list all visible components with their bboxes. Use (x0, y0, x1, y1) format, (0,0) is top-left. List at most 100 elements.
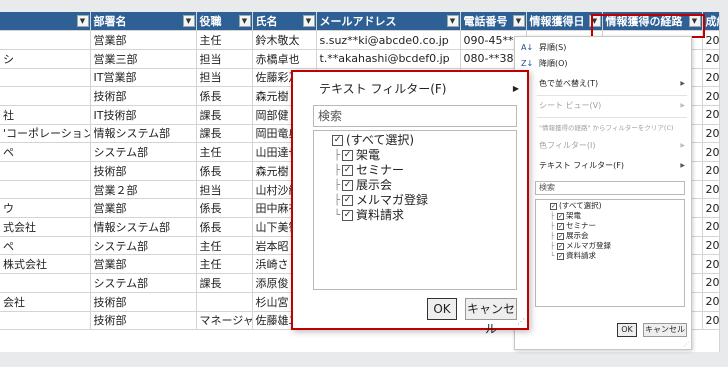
table-cell[interactable]: 係長 (196, 161, 253, 181)
table-cell[interactable]: 会社 (0, 292, 91, 312)
table-cell[interactable]: 20 (702, 105, 719, 125)
table-cell[interactable]: 'コーポレーション (0, 124, 91, 144)
filter-dropdown-icon[interactable]: ▼ (446, 15, 459, 27)
menu-item-sort-color[interactable]: 色で並べ替え(T) ▶ (515, 77, 691, 91)
filter-values-list[interactable]: ✓ (すべて選択) ├ ✓ 架電 ├ ✓ セミナー ├ ✓ 展示会 ├ ✓ メルマガ登録 └ ✓ 資料請求 (313, 130, 517, 290)
checkbox-checked-icon[interactable]: ✓ (342, 195, 353, 206)
table-cell[interactable]: 営業部 (90, 30, 197, 50)
checkbox-checked-icon[interactable]: ✓ (550, 202, 557, 210)
table-cell[interactable]: 技術部 (90, 311, 197, 331)
filter-values-list-small[interactable]: ✓ (すべて選択) ├ ✓ 架電 ├ ✓ セミナー ├ ✓ 展示会 ├ ✓ メルマガ登録 └ ✓ 資料請求 (535, 199, 685, 307)
table-cell[interactable]: 鈴木敬太 (252, 30, 317, 50)
menu-item-text-filter[interactable]: テキスト フィルター(F) ▶ (515, 159, 691, 173)
table-cell[interactable]: マネージャー (196, 311, 253, 331)
table-cell[interactable]: 主任 (196, 30, 253, 50)
table-cell[interactable]: 情報システム部 (90, 217, 197, 237)
filter-dropdown-icon[interactable]: ▼ (76, 15, 89, 27)
table-cell[interactable]: ペ (0, 142, 91, 162)
table-cell[interactable] (0, 273, 91, 293)
checkbox-checked-icon[interactable]: ✓ (332, 135, 343, 146)
table-cell[interactable]: 20 (702, 217, 719, 237)
table-cell[interactable]: シ (0, 49, 91, 69)
table-cell[interactable]: 係長 (196, 198, 253, 219)
checkbox-checked-icon[interactable]: ✓ (342, 210, 353, 221)
col-header-company[interactable]: ▼ (0, 12, 91, 32)
filter-item-small-value[interactable]: ├ ✓ 架電 (536, 211, 684, 221)
table-cell[interactable]: 担当 (196, 68, 253, 88)
table-cell[interactable]: システム部 (90, 236, 197, 256)
table-cell[interactable]: 営業部 (90, 198, 197, 219)
table-cell[interactable]: 20 (702, 68, 719, 88)
filter-item-value[interactable]: ├ ✓ 展示会 (314, 178, 516, 193)
cancel-button-small[interactable]: キャンセル (643, 323, 687, 337)
resize-grip-icon[interactable]: ⋰ (683, 341, 689, 348)
col-header-contract[interactable]: 成約 (702, 12, 719, 32)
table-cell[interactable]: IT営業部 (90, 68, 197, 88)
table-cell[interactable]: t.**akahashi@bcdef0.jp (316, 49, 461, 69)
table-cell[interactable]: 係長 (196, 86, 253, 106)
table-cell[interactable]: 主任 (196, 142, 253, 162)
filter-item-value[interactable]: ├ ✓ 架電 (314, 148, 516, 163)
menu-item-sort-desc[interactable]: Z↓ 降順(O) (515, 57, 691, 71)
table-cell[interactable]: 赤橋卓也 (252, 49, 317, 69)
table-cell[interactable]: 担当 (196, 49, 253, 69)
table-cell[interactable]: 20 (702, 142, 719, 162)
table-cell[interactable]: 式会社 (0, 217, 91, 237)
table-cell[interactable]: システム部 (90, 273, 197, 293)
table-cell[interactable]: ペ (0, 236, 91, 256)
table-cell[interactable] (0, 68, 91, 88)
filter-item-small-value[interactable]: ├ ✓ 展示会 (536, 231, 684, 241)
filter-item-value[interactable]: └ ✓ 資料請求 (314, 208, 516, 223)
col-header-position[interactable]: 役職 ▼ (196, 12, 253, 32)
filter-item-small-value[interactable]: └ ✓ 資料請求 (536, 251, 684, 261)
filter-item-value[interactable]: ├ ✓ セミナー (314, 163, 516, 178)
checkbox-checked-icon[interactable]: ✓ (342, 165, 353, 176)
ok-button[interactable]: OK (427, 298, 457, 320)
filter-search-input-small[interactable]: 検索 (535, 181, 685, 195)
table-cell[interactable]: 20 (702, 86, 719, 106)
table-cell[interactable]: 主任 (196, 254, 253, 275)
menu-item-sort-asc[interactable]: A↓ 昇順(S) (515, 41, 691, 55)
col-header-acquired-date[interactable]: 情報獲得日 ▼ (526, 12, 603, 32)
table-cell[interactable]: 営業２部 (90, 180, 197, 200)
checkbox-checked-icon[interactable]: ✓ (557, 222, 564, 230)
col-header-name[interactable]: 氏名 ▼ (252, 12, 317, 32)
filter-search-input[interactable]: 検索 (313, 105, 517, 127)
table-cell[interactable]: 課長 (196, 124, 253, 144)
table-cell[interactable]: 営業三部 (90, 49, 197, 69)
checkbox-checked-icon[interactable]: ✓ (557, 232, 564, 240)
table-cell[interactable]: 20 (702, 180, 719, 200)
table-cell[interactable]: IT技術部 (90, 105, 197, 125)
table-cell[interactable]: 201 (702, 30, 719, 50)
filter-dropdown-icon[interactable]: ▼ (238, 15, 251, 27)
table-cell[interactable] (0, 180, 91, 200)
table-cell[interactable]: 技術部 (90, 292, 197, 312)
menu-item-text-filter[interactable]: テキスト フィルター(F) ▶ (299, 78, 521, 100)
table-cell[interactable]: 20 (702, 161, 719, 181)
table-cell[interactable]: 202 (702, 198, 719, 219)
filter-item-small-value[interactable]: ├ ✓ メルマガ登録 (536, 241, 684, 251)
filter-item-value[interactable]: ├ ✓ メルマガ登録 (314, 193, 516, 208)
table-cell[interactable]: 営業部 (90, 254, 197, 275)
table-cell[interactable] (0, 86, 91, 106)
table-cell[interactable]: 情報システム部 (90, 124, 197, 144)
col-header-department[interactable]: 部署名 ▼ (90, 12, 197, 32)
table-cell[interactable]: s.suz**ki@abcde0.co.jp (316, 30, 461, 50)
filter-item-select-all[interactable]: ✓ (すべて選択) (314, 133, 516, 148)
table-cell[interactable]: 主任 (196, 236, 253, 256)
filter-dropdown-icon[interactable]: ▼ (588, 15, 601, 27)
checkbox-checked-icon[interactable]: ✓ (557, 212, 564, 220)
table-cell[interactable] (0, 311, 91, 331)
ok-button-small[interactable]: OK (617, 323, 637, 337)
table-cell[interactable]: システム部 (90, 142, 197, 162)
table-cell[interactable]: 20 (702, 292, 719, 312)
checkbox-checked-icon[interactable]: ✓ (557, 252, 564, 260)
col-header-phone[interactable]: 電話番号 ▼ (460, 12, 527, 32)
table-cell[interactable]: 技術部 (90, 86, 197, 106)
table-cell[interactable] (0, 30, 91, 50)
table-cell[interactable]: 202 (702, 254, 719, 275)
table-cell[interactable] (0, 161, 91, 181)
resize-grip-icon[interactable]: ⋰ (517, 317, 525, 326)
filter-item-small-select-all[interactable]: ✓ (すべて選択) (536, 201, 684, 211)
table-cell[interactable]: 20 (702, 311, 719, 331)
